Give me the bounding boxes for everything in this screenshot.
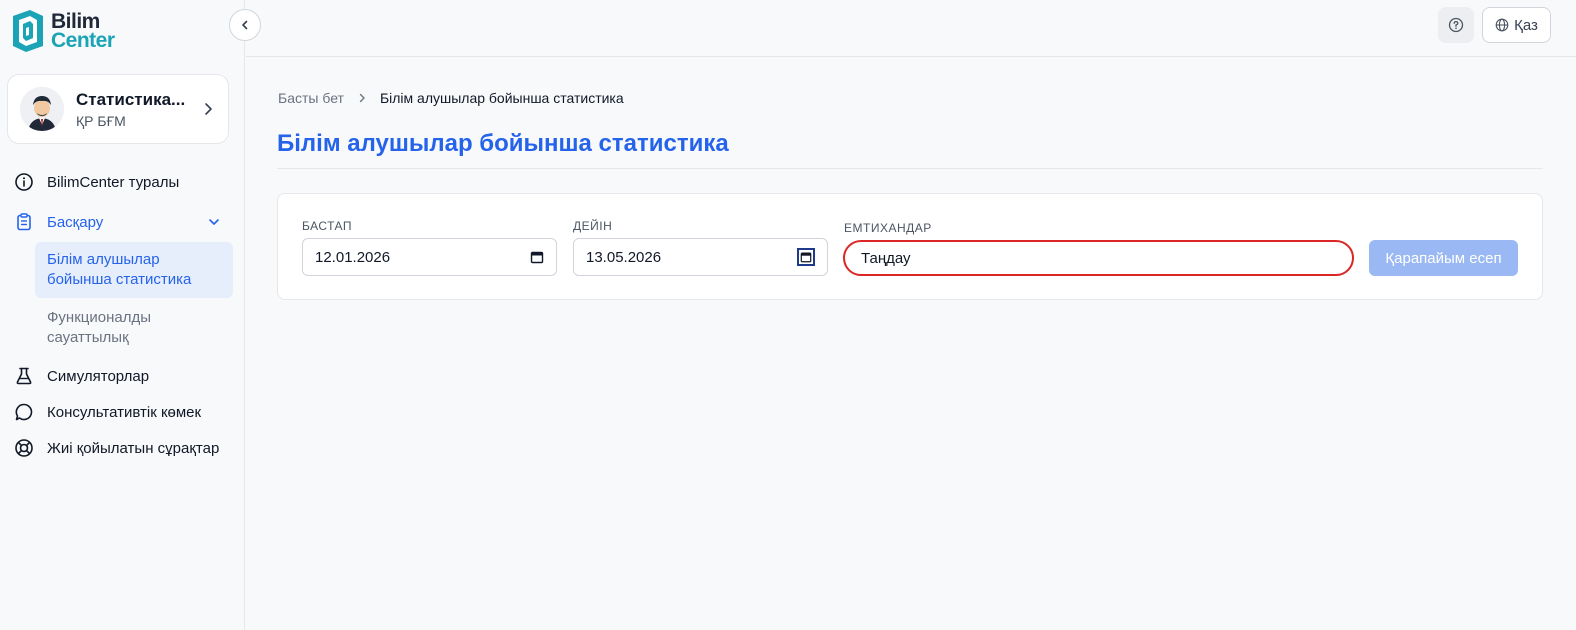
flask-icon: [14, 366, 34, 386]
profile-card[interactable]: Статистика... ҚР БҒМ: [7, 74, 229, 144]
chevron-left-icon: [242, 20, 248, 30]
avatar: [20, 87, 64, 131]
exams-select-placeholder: Таңдау: [861, 249, 911, 267]
sidebar: Bilim Center Статистика... ҚР БҒМ BilimC…: [0, 0, 245, 630]
help-circle-icon: [1448, 17, 1464, 33]
sidebar-item-label: Жиі қойылатын сұрақтар: [47, 439, 220, 457]
profile-name: Статистика...: [76, 89, 186, 109]
language-button[interactable]: Қаз: [1482, 7, 1551, 43]
calendar-icon[interactable]: [797, 248, 815, 266]
logo-line2: Center: [51, 29, 115, 52]
calendar-icon[interactable]: [530, 250, 544, 264]
to-date-value: 13.05.2026: [586, 248, 662, 266]
from-date-input[interactable]: 12.01.2026: [302, 238, 557, 276]
exams-select[interactable]: Таңдау: [843, 240, 1354, 276]
help-button[interactable]: [1438, 7, 1474, 43]
chevron-right-icon: [356, 92, 368, 104]
sidebar-item-label: Басқару: [47, 213, 104, 231]
sidebar-item-consultation[interactable]: Консультативтік көмек: [0, 394, 245, 430]
to-date-label: ДЕЙІН: [573, 219, 613, 233]
from-date-value: 12.01.2026: [315, 248, 391, 266]
sidebar-subitem-student-stats[interactable]: Білім алушылар бойынша статистика: [35, 242, 233, 298]
lifebuoy-icon: [14, 438, 34, 458]
sidebar-item-label: Симуляторлар: [47, 367, 150, 385]
breadcrumb-home-link[interactable]: Басты бет: [278, 90, 344, 106]
breadcrumb-current: Білім алушылар бойынша статистика: [379, 90, 624, 106]
simple-report-button[interactable]: Қарапайым есеп: [1369, 240, 1518, 276]
clipboard-icon: [14, 212, 34, 232]
title-divider: [277, 168, 1543, 169]
globe-icon: [1495, 18, 1509, 32]
profile-org: ҚР БҒМ: [76, 112, 126, 129]
sidebar-collapse-button[interactable]: [229, 9, 261, 41]
bilimcenter-logo[interactable]: Bilim Center: [10, 8, 115, 54]
page-title: Білім алушылар бойынша статистика: [277, 130, 729, 157]
sidebar-subitem-functional-literacy[interactable]: Функционалды сауаттылық: [35, 300, 233, 356]
to-date-input[interactable]: 13.05.2026: [573, 238, 828, 276]
breadcrumb: Басты бет Білім алушылар бойынша статист…: [278, 90, 624, 106]
logo-mark-icon: [13, 10, 43, 52]
info-icon: [14, 172, 34, 192]
sidebar-item-management[interactable]: Басқару: [0, 204, 245, 240]
exams-label: ЕМТИХАНДАР: [844, 221, 932, 235]
topbar: Қаз: [246, 0, 1576, 57]
sidebar-item-simulators[interactable]: Симуляторлар: [0, 358, 245, 394]
sidebar-item-faq[interactable]: Жиі қойылатын сұрақтар: [0, 430, 245, 466]
from-date-label: БАСТАП: [302, 219, 353, 233]
language-label: Қаз: [1514, 16, 1538, 34]
chevron-right-icon: [205, 103, 212, 115]
sidebar-item-about[interactable]: BilimCenter туралы: [0, 164, 245, 200]
chat-bubble-icon: [14, 402, 34, 422]
chevron-down-icon: [209, 219, 219, 225]
sidebar-item-label: BilimCenter туралы: [47, 173, 180, 191]
sidebar-item-label: Консультативтік көмек: [47, 403, 202, 421]
sidebar-nav: BilimCenter туралы Басқару Білім алушыла…: [0, 164, 245, 466]
filter-card: БАСТАП 12.01.2026 ДЕЙІН 13.05.2026 ЕМТИХ…: [277, 193, 1543, 300]
